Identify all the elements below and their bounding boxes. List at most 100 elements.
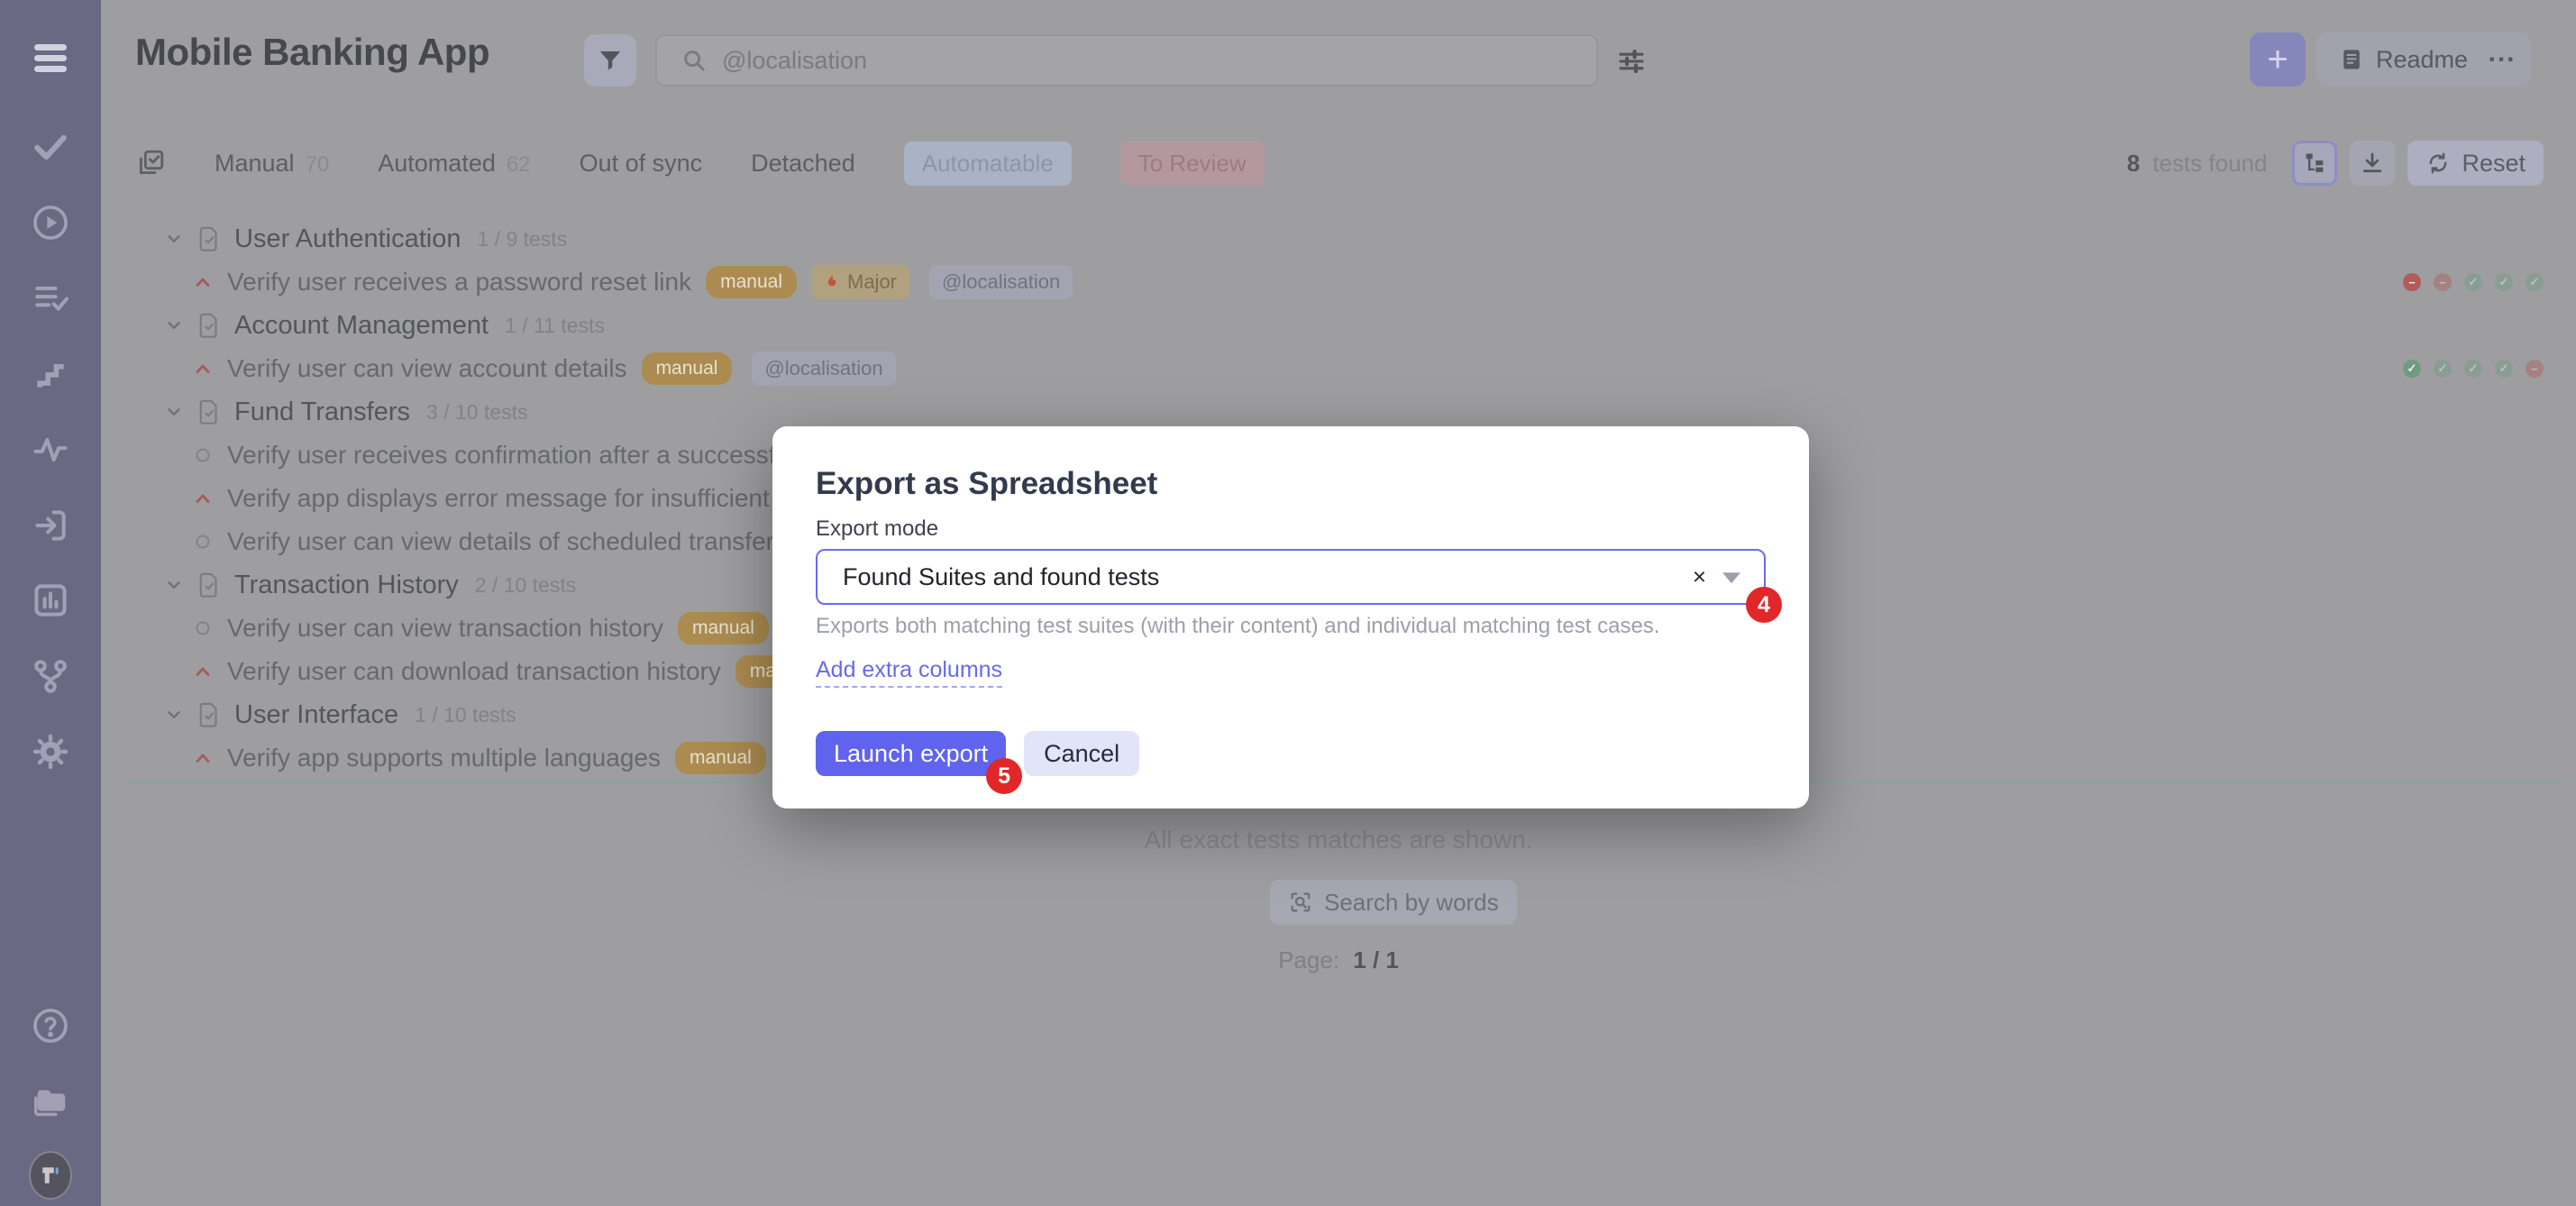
add-extra-columns-link[interactable]: Add extra columns (816, 657, 1002, 688)
launch-export-button[interactable]: Launch export 5 (816, 731, 1006, 776)
suite-name: Account Management (234, 311, 489, 341)
suite-name: User Authentication (234, 224, 461, 254)
funnel-icon (597, 47, 624, 74)
run-status-dot-fail: − (2403, 273, 2421, 291)
book-icon (2338, 46, 2365, 73)
clear-selection-icon[interactable]: × (1693, 563, 1706, 591)
account-logo-avatar[interactable] (29, 1154, 72, 1197)
search-settings-button[interactable] (1612, 41, 1651, 81)
bulk-check-icon[interactable] (135, 148, 166, 178)
branch-icon[interactable] (29, 654, 72, 698)
test-title: Verify user can download transaction his… (227, 657, 721, 686)
test-title: Verify user can view details of schedule… (227, 527, 787, 556)
filter-pill-automatable[interactable]: Automatable (904, 142, 1072, 186)
projects-folder-icon[interactable] (29, 1080, 72, 1123)
plus-icon: + (2267, 41, 2288, 78)
test-row[interactable]: Verify user can view account detailsmanu… (101, 347, 2576, 390)
filter-bar-right: 8 tests found Reset (2127, 137, 2544, 189)
filter-manual[interactable]: Manual 70 (215, 150, 329, 178)
cancel-button[interactable]: Cancel (1024, 731, 1139, 776)
search-by-words-button[interactable]: Search by words (1270, 880, 1517, 925)
export-modal: Export as Spreadsheet Export mode Found … (772, 426, 1809, 809)
chevron-down-icon[interactable] (164, 229, 184, 249)
import-icon[interactable] (29, 504, 72, 547)
search-input[interactable]: @localisation (655, 34, 1598, 87)
test-title: Verify user can view transaction history (227, 614, 663, 643)
filter-automated[interactable]: Automated 62 (378, 150, 530, 178)
run-status-dot-pass: ✓ (2495, 273, 2513, 291)
download-button[interactable] (2350, 141, 2395, 186)
step-badge-4: 4 (1746, 587, 1782, 623)
status-circle-icon (193, 447, 213, 463)
filter-out-of-sync[interactable]: Out of sync (580, 150, 703, 178)
tests-found-count: 8 (2127, 150, 2140, 178)
priority-caret-icon (193, 752, 213, 764)
page-value: 1 / 1 (1353, 946, 1399, 973)
page-label: Page: (1278, 946, 1339, 973)
settings-gear-icon[interactable] (29, 730, 72, 773)
test-runs-icon[interactable] (29, 201, 72, 244)
help-icon[interactable] (29, 1004, 72, 1047)
manual-badge: manual (706, 266, 797, 298)
manual-badge: manual (642, 352, 733, 385)
run-history-dots: −−✓✓✓ (2403, 273, 2544, 291)
suite-document-icon (196, 571, 222, 598)
filter-bar: Manual 70 Automated 62 Out of sync Detac… (135, 137, 1265, 189)
export-mode-select[interactable]: Found Suites and found tests × 4 (816, 549, 1766, 605)
search-value: @localisation (722, 47, 867, 75)
activity-pulse-icon[interactable] (29, 428, 72, 471)
run-status-dot-pass: ✓ (2464, 360, 2482, 378)
modal-title: Export as Spreadsheet (816, 466, 1766, 502)
filter-detached[interactable]: Detached (751, 150, 855, 178)
priority-caret-icon (193, 492, 213, 505)
priority-caret-icon (193, 276, 213, 288)
suite-test-count: 1 / 10 tests (415, 703, 516, 727)
suite-row[interactable]: User Authentication1 / 9 tests (101, 217, 2576, 260)
filter-detached-label: Detached (751, 150, 855, 178)
chevron-down-icon[interactable] (1722, 572, 1740, 583)
chevron-down-icon[interactable] (164, 315, 184, 335)
suite-name: Fund Transfers (234, 397, 410, 427)
search-frame-icon (1288, 890, 1313, 915)
download-icon (2360, 151, 2385, 176)
reset-button[interactable]: Reset (2407, 141, 2544, 186)
filter-automated-count: 62 (507, 152, 531, 178)
readme-label: Readme (2376, 46, 2468, 74)
more-actions-button[interactable]: ... (2473, 32, 2531, 87)
filter-manual-count: 70 (306, 152, 330, 178)
flame-icon (824, 273, 840, 291)
ellipsis-icon: ... (2488, 38, 2516, 69)
filter-button[interactable] (584, 34, 636, 87)
sidebar (0, 0, 101, 1206)
tree-view-button[interactable] (2292, 141, 2337, 186)
filter-manual-label: Manual (215, 150, 295, 178)
test-title: Verify app displays error message for in… (227, 484, 838, 513)
add-button[interactable]: + (2250, 32, 2306, 87)
launch-export-label: Launch export (834, 740, 988, 768)
chevron-down-icon[interactable] (164, 402, 184, 422)
manual-badge: manual (675, 742, 766, 774)
readme-button[interactable]: Readme (2316, 32, 2489, 87)
test-row[interactable]: Verify user receives a password reset li… (101, 260, 2576, 304)
pagination: Page: 1 / 1 (101, 946, 2576, 974)
reports-icon[interactable] (29, 579, 72, 622)
test-cases-icon[interactable] (29, 125, 72, 169)
run-history-dots: ✓✓✓✓− (2403, 360, 2544, 378)
chevron-down-icon[interactable] (164, 705, 184, 725)
run-status-dot-pass: ✓ (2495, 360, 2513, 378)
tag-badge: @localisation (929, 265, 1073, 299)
test-title: Verify user receives a password reset li… (227, 268, 691, 297)
filter-pill-to-review[interactable]: To Review (1120, 142, 1265, 186)
test-plans-icon[interactable] (29, 277, 72, 320)
chevron-down-icon[interactable] (164, 575, 184, 595)
suite-row[interactable]: Account Management1 / 11 tests (101, 304, 2576, 347)
run-status-dot-fail: − (2434, 273, 2452, 291)
milestones-icon[interactable] (29, 352, 72, 396)
export-mode-description: Exports both matching test suites (with … (816, 614, 1766, 639)
manual-badge: manual (678, 612, 769, 644)
suite-test-count: 3 / 10 tests (426, 400, 528, 425)
run-status-dot-pass: ✓ (2434, 360, 2452, 378)
menu-icon[interactable] (29, 36, 72, 79)
suite-name: User Interface (234, 700, 398, 730)
tests-found-label: tests found (2152, 150, 2267, 178)
